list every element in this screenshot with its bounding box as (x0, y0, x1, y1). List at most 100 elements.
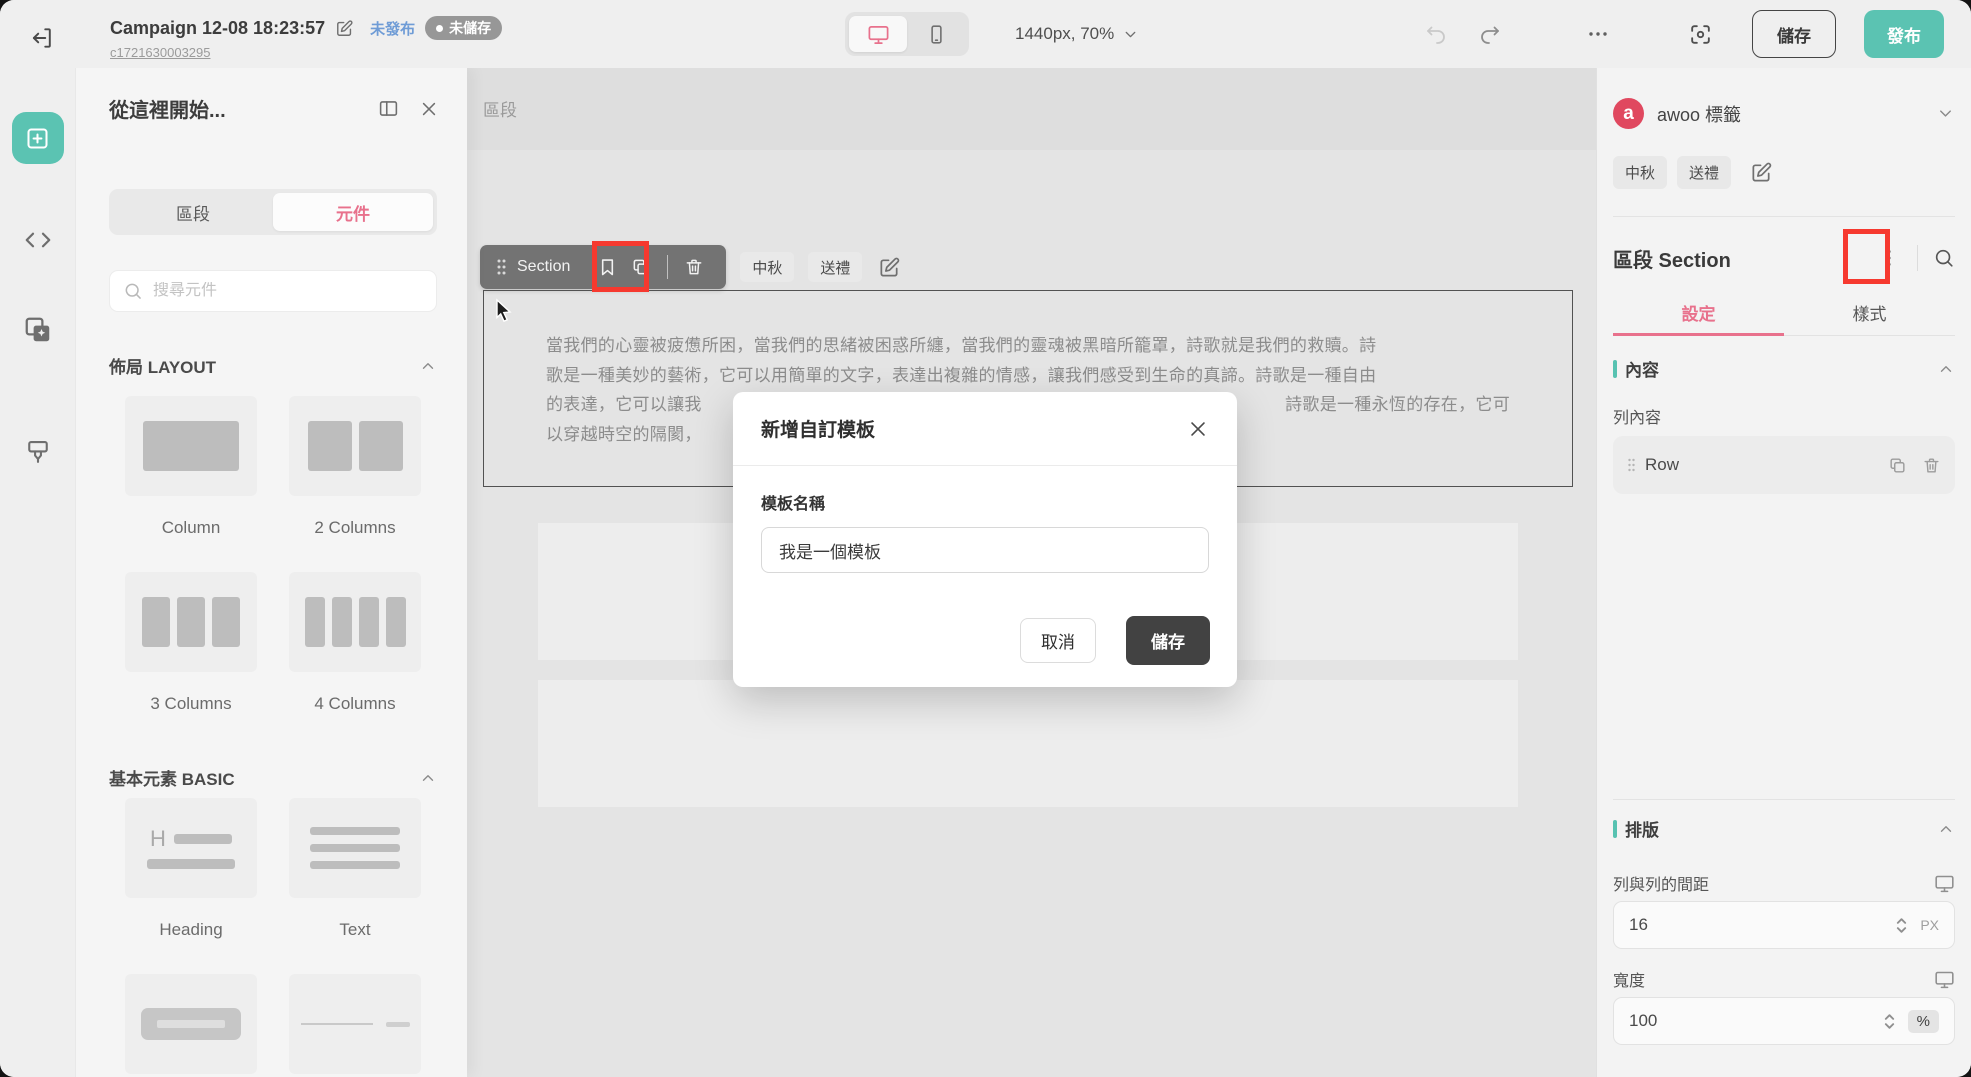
duplicate-row-button[interactable] (1888, 456, 1907, 475)
awoo-collapse-chevron[interactable] (1936, 104, 1955, 123)
responsive-desktop-icon[interactable] (1934, 969, 1955, 990)
element-card-4columns[interactable] (289, 572, 421, 672)
modal-save-button[interactable]: 儲存 (1126, 616, 1210, 665)
width-unit: % (1907, 1009, 1939, 1033)
row-item[interactable]: Row (1613, 436, 1955, 494)
templates-button[interactable] (16, 308, 60, 352)
bookmark-icon (601, 258, 613, 275)
mobile-view-toggle[interactable] (907, 16, 965, 52)
edit-title-button[interactable] (335, 19, 354, 38)
tab-elements[interactable]: 元件 (273, 193, 433, 231)
element-card-heading[interactable]: H (125, 798, 257, 898)
undo-icon (1427, 26, 1445, 44)
panel-tabs: 區段 元件 (109, 189, 437, 235)
save-as-template-button[interactable] (590, 250, 624, 284)
unsaved-label: 未儲存 (449, 20, 492, 36)
topbar-right: 儲存 發布 (1418, 0, 1944, 68)
publish-button[interactable]: 發布 (1864, 10, 1944, 58)
app-window: Campaign 12-08 18:23:57 未發布 未儲存 c1721630… (0, 0, 1971, 1077)
row-gap-field-label: 列與列的間距 (1613, 871, 1955, 895)
element-card-divider[interactable] (289, 974, 421, 1074)
plus-square-icon (27, 127, 48, 149)
pencil-square-icon (880, 257, 900, 277)
width-stepper[interactable] (1883, 1011, 1896, 1032)
collapse-content-chevron[interactable] (1937, 360, 1955, 378)
templates-sparkle-icon (25, 317, 49, 342)
element-card-column[interactable] (125, 396, 257, 496)
template-name-input[interactable] (761, 527, 1209, 573)
theme-paint-button[interactable] (16, 430, 60, 474)
section-toolbar: Section 中秋 送禮 (480, 245, 901, 289)
width-input[interactable] (1629, 1011, 1883, 1031)
duplicate-icon (1890, 457, 1905, 473)
search-input[interactable] (153, 282, 423, 300)
desktop-view-toggle[interactable] (849, 16, 907, 52)
elements-panel-header: 從這裡開始... (109, 94, 439, 123)
delete-section-button[interactable] (677, 250, 711, 284)
trash-icon (686, 259, 702, 275)
awoo-tags-row: 中秋 送禮 (1613, 156, 1955, 189)
pencil-square-icon (1752, 162, 1772, 182)
row-gap-unit: PX (1920, 917, 1939, 933)
section-drag-handle[interactable] (495, 257, 508, 277)
element-card-text[interactable] (289, 798, 421, 898)
modal-close-button[interactable] (1187, 418, 1209, 440)
mouse-cursor (496, 298, 512, 323)
element-card-3columns[interactable] (125, 572, 257, 672)
template-name-label: 模板名稱 (761, 496, 826, 513)
divider (1917, 245, 1918, 271)
collapse-layout-settings-chevron[interactable] (1937, 820, 1955, 838)
add-template-modal: 新增自訂模板 模板名稱 取消 儲存 (733, 392, 1237, 687)
awoo-tags-header: a awoo 標籤 (1613, 98, 1955, 129)
undo-button[interactable] (1418, 16, 1454, 52)
tab-settings[interactable]: 設定 (1613, 290, 1784, 336)
element-card-2columns[interactable] (289, 396, 421, 496)
row-gap-input[interactable] (1629, 915, 1896, 935)
preview-focus-button[interactable] (1682, 16, 1718, 52)
settings-search-button[interactable] (1933, 247, 1955, 269)
custom-code-button[interactable] (16, 218, 60, 262)
width-input-group: % (1613, 997, 1955, 1045)
edit-section-tags-button[interactable] (878, 256, 901, 279)
row-drag-handle[interactable] (1627, 457, 1636, 473)
duplicate-section-button[interactable] (624, 250, 658, 284)
redo-button[interactable] (1472, 16, 1508, 52)
responsive-desktop-icon[interactable] (1934, 873, 1955, 894)
pencil-square-icon (337, 19, 353, 36)
back-icon (32, 28, 51, 48)
back-button[interactable] (22, 18, 62, 58)
element-4columns: 4 Columns (273, 572, 437, 714)
element-card-button[interactable] (125, 974, 257, 1074)
topbar-left: Campaign 12-08 18:23:57 未發布 未儲存 c1721630… (0, 6, 503, 62)
section-menu-button[interactable] (1876, 241, 1902, 275)
tab-style[interactable]: 樣式 (1784, 290, 1955, 335)
row-item-label: Row (1645, 455, 1680, 474)
campaign-id-link[interactable]: c1721630003295 (110, 45, 211, 60)
section-toolbar-bar: Section (480, 245, 727, 289)
collapse-basic-chevron[interactable] (419, 769, 437, 787)
add-elements-button[interactable] (11, 112, 64, 164)
viewport-zoom-dropdown[interactable]: 1440px, 70% (1015, 12, 1139, 56)
tab-sections[interactable]: 區段 (113, 193, 273, 231)
collapse-layout-chevron[interactable] (419, 357, 437, 375)
save-button[interactable]: 儲存 (1752, 10, 1836, 58)
modal-header: 新增自訂模板 (733, 392, 1237, 466)
edit-tags-button[interactable] (1750, 161, 1773, 184)
collapse-panel-button[interactable] (378, 98, 399, 119)
row-gap-stepper[interactable] (1895, 915, 1908, 936)
awoo-tags-label: awoo 標籤 (1657, 104, 1742, 125)
more-menu-button[interactable] (1580, 16, 1616, 52)
section-settings-title: 區段 Section (1613, 249, 1731, 272)
ellipsis-icon (1589, 32, 1607, 36)
basic-group-heading: 基本元素 BASIC (109, 765, 437, 790)
delete-row-button[interactable] (1922, 456, 1941, 475)
element-3columns: 3 Columns (109, 572, 273, 714)
close-panel-button[interactable] (419, 99, 439, 119)
sidebar-collapse-icon (379, 101, 398, 116)
modal-cancel-button[interactable]: 取消 (1020, 618, 1096, 663)
left-icon-rail (0, 68, 75, 1077)
duplicate-icon (633, 259, 649, 275)
element-button (109, 974, 273, 1074)
basic-row-2 (109, 974, 437, 1074)
layout-block-heading: 排版 (1613, 816, 1955, 841)
